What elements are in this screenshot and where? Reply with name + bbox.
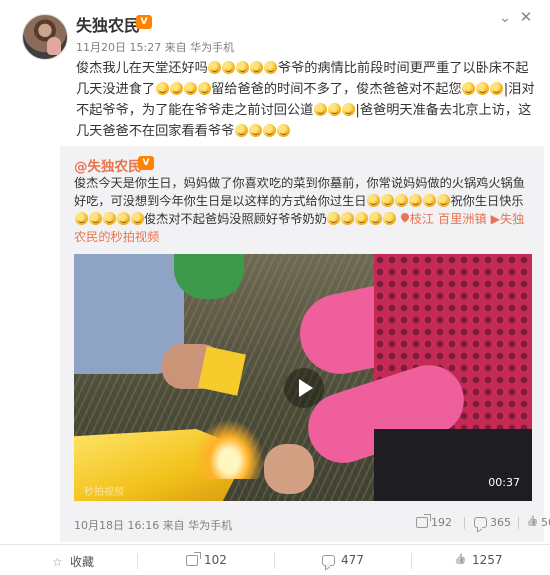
verified-badge-icon: V: [138, 156, 154, 170]
repost-comment-button[interactable]: 365: [474, 516, 511, 529]
reposted-post: @失独农民 V 俊杰今天是你生日，妈妈做了你喜欢吃的菜到你墓前，你常说妈妈做的火…: [60, 146, 550, 542]
comment-icon: [322, 554, 335, 566]
emoji-icon: [327, 212, 341, 225]
favorite-button[interactable]: ☆ 收藏: [52, 553, 94, 570]
video-frame-figure: [374, 429, 532, 501]
divider: [464, 517, 465, 529]
video-player[interactable]: 秒拍视频 00:37: [74, 254, 532, 501]
emoji-icon: [116, 212, 130, 225]
avatar-photo-detail: [47, 37, 61, 55]
post-meta: 11月20日 15:27 来自 华为手机: [76, 41, 235, 54]
emoji-icon: [381, 194, 394, 207]
emoji-icon: [383, 212, 397, 225]
repost-share-count: 192: [431, 516, 452, 529]
video-frame-paper: [198, 346, 246, 396]
like-icon: [454, 555, 466, 566]
emoji-icon: [169, 82, 183, 95]
emoji-icon: [155, 82, 169, 95]
location-pin-icon: [401, 213, 410, 224]
emoji-icon: [369, 212, 383, 225]
emoji-icon: [476, 82, 490, 95]
emoji-icon: [341, 212, 355, 225]
emoji-icon: [462, 82, 476, 95]
emoji-icon: [234, 124, 248, 137]
emoji-icon: [313, 103, 327, 116]
emoji-icon: [262, 124, 276, 137]
emoji-icon: [341, 103, 355, 116]
emoji-icon: [327, 103, 341, 116]
like-count: 1257: [472, 553, 503, 567]
play-icon[interactable]: [284, 368, 324, 408]
emoji-icon: [88, 212, 102, 225]
weibo-post-card: 失独农民 V 11月20日 15:27 来自 华为手机 ⌄ ✕ 俊杰我儿在天堂还…: [0, 0, 550, 575]
repost-text-part: 祝你生日快乐: [450, 194, 524, 208]
location-tag[interactable]: 枝江 百里洲镇: [401, 212, 487, 226]
divider: [411, 553, 412, 569]
post-text-part: 留给爸爸的时间不多了，俊杰爸爸对不起您: [211, 82, 462, 97]
chevron-down-icon[interactable]: ⌄: [497, 10, 513, 26]
star-icon: ☆: [52, 554, 63, 569]
location-label: 枝江 百里洲镇: [409, 212, 487, 226]
action-bar: ☆ 收藏 102 477 1257: [0, 545, 550, 575]
share-icon: [186, 551, 201, 566]
repost-text: 俊杰今天是你生日，妈妈做了你喜欢吃的菜到你墓前，你常说妈妈做的火锅鸡火锅鱼好吃，…: [74, 174, 536, 246]
post-text: 俊杰我儿在天堂还好吗 爷爷的病情比前段时间更严重了以卧床不起几天没进食了 留给爸爸的…: [76, 58, 536, 142]
emoji-icon: [264, 61, 278, 74]
video-duration: 00:37: [488, 476, 520, 489]
emoji-icon: [250, 61, 264, 74]
repost-comment-count: 365: [490, 516, 511, 529]
verified-badge-icon: V: [136, 15, 152, 29]
video-frame-fire: [194, 419, 264, 479]
emoji-icon: [276, 124, 290, 137]
video-frame-figure: [264, 444, 314, 494]
repost-like-count: 500: [541, 516, 550, 529]
post-username[interactable]: 失独农民: [76, 12, 140, 36]
emoji-icon: [490, 82, 504, 95]
emoji-icon: [367, 194, 380, 207]
emoji-icon: [437, 194, 450, 207]
repost-share-button[interactable]: 192: [416, 514, 452, 529]
emoji-icon: [183, 82, 197, 95]
emoji-icon: [236, 61, 250, 74]
divider: [137, 553, 138, 569]
emoji-icon: [102, 212, 116, 225]
share-icon: [416, 514, 431, 528]
post-text-part: 俊杰我儿在天堂还好吗: [76, 61, 208, 76]
emoji-icon: [248, 124, 262, 137]
emoji-icon: [74, 212, 88, 225]
repost-meta: 10月18日 16:16 来自 华为手机: [74, 519, 233, 532]
emoji-icon: [222, 61, 236, 74]
emoji-icon: [197, 82, 211, 95]
like-icon: [526, 517, 538, 528]
repost-like-button[interactable]: 500: [526, 516, 550, 529]
emoji-icon: [355, 212, 369, 225]
divider: [518, 517, 519, 529]
close-icon[interactable]: ✕: [518, 9, 534, 25]
like-button[interactable]: 1257: [454, 553, 503, 567]
comment-count: 477: [341, 553, 364, 567]
emoji-icon: [423, 194, 436, 207]
emoji-icon: [409, 194, 422, 207]
comment-icon: [474, 517, 487, 528]
emoji-icon: [130, 212, 144, 225]
emoji-icon: [395, 194, 408, 207]
repost-author-link[interactable]: @失独农民: [74, 155, 142, 175]
video-watermark: 秒拍视频: [84, 487, 124, 498]
comment-button[interactable]: 477: [322, 553, 364, 567]
divider: [274, 553, 275, 569]
emoji-icon: [208, 61, 222, 74]
favorite-label: 收藏: [70, 555, 95, 569]
repost-text-part: 俊杰对不起爸妈没照顾好爷爷奶奶: [144, 212, 327, 226]
share-count: 102: [204, 553, 227, 567]
user-avatar[interactable]: [22, 14, 68, 60]
share-button[interactable]: 102: [186, 551, 227, 567]
